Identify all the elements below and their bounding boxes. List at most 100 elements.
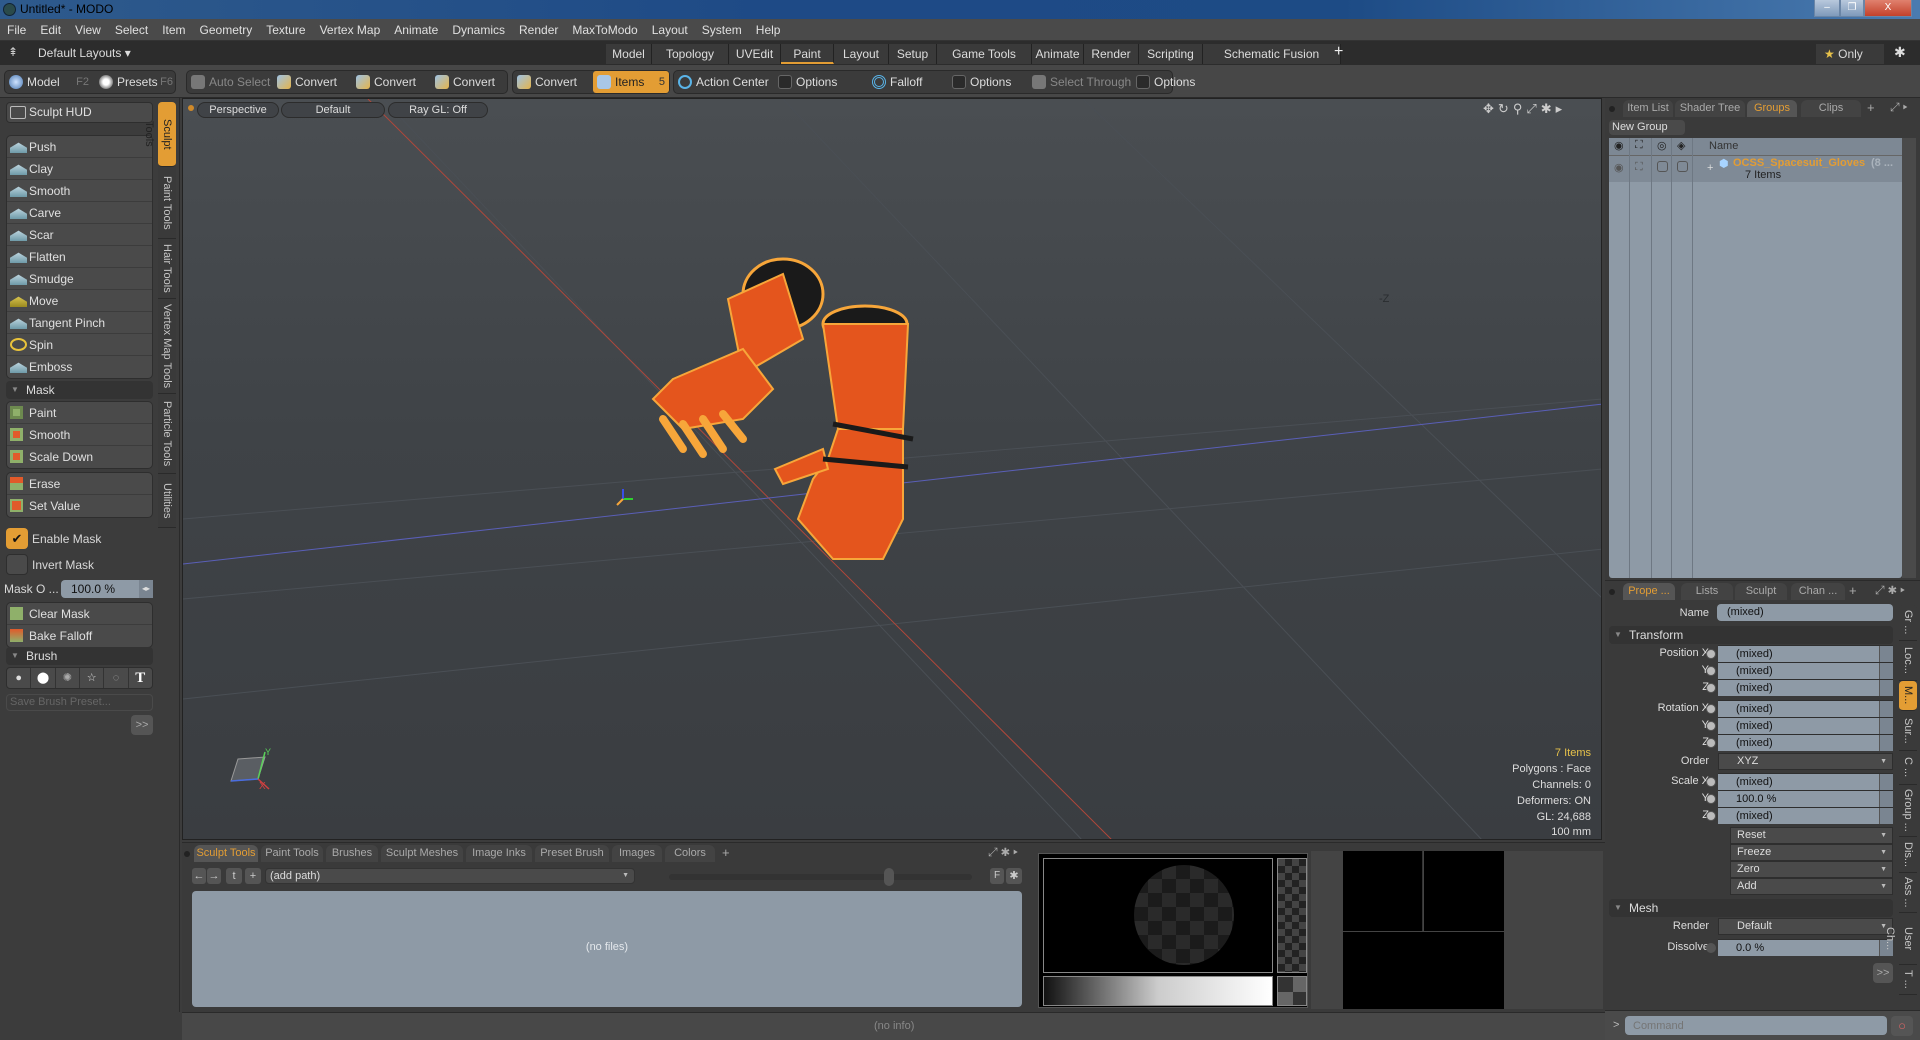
slider-arrows-icon[interactable] <box>1879 774 1893 790</box>
items-mode-button[interactable]: Items 5 <box>593 71 669 93</box>
menu-vertex-map[interactable]: Vertex Map <box>313 19 388 41</box>
add-dropdown[interactable]: Add <box>1730 878 1893 895</box>
tool-move[interactable]: Move <box>7 290 152 312</box>
visibility-column-icon[interactable]: ◉ <box>1614 139 1624 152</box>
layout-tab-animate[interactable]: Animate <box>1032 44 1084 64</box>
vtab-particle-tools[interactable]: Particle Tools <box>158 394 176 474</box>
mask-tool-paint[interactable]: Paint <box>7 402 152 424</box>
menu-texture[interactable]: Texture <box>259 19 312 41</box>
expand-icon[interactable]: ⤢ ▸ <box>1890 100 1908 115</box>
add-tab-button[interactable]: + <box>1849 583 1857 598</box>
tab-images[interactable]: Images <box>612 845 662 862</box>
slider-handle[interactable] <box>884 868 894 886</box>
viewport-menu-dot[interactable] <box>188 105 194 111</box>
expand-group-icon[interactable]: + <box>1707 162 1713 174</box>
menu-layout[interactable]: Layout <box>645 19 695 41</box>
record-macro-icon[interactable]: ○ <box>1891 1016 1913 1036</box>
scale-x-field[interactable]: (mixed) <box>1706 773 1893 790</box>
mask-opacity-field[interactable]: 100.0 % ◂▸ <box>61 580 153 598</box>
lock-toggle[interactable] <box>1657 161 1668 172</box>
3d-viewport[interactable]: Y X -Z Perspective Default Ray GL: Off ✥… <box>182 98 1602 840</box>
keyframe-dot[interactable] <box>1706 649 1716 659</box>
tab-groups[interactable]: Groups <box>1747 100 1797 117</box>
text-brush-icon[interactable]: T <box>129 668 152 688</box>
file-browser-area[interactable]: (no files) <box>192 891 1022 1007</box>
browser-gear-icon[interactable]: ✱ <box>1006 868 1022 884</box>
new-group-button[interactable]: New Group <box>1609 120 1685 135</box>
tab-sculpt-meshes[interactable]: Sculpt Meshes <box>381 845 463 862</box>
vtab-sculpt-tools[interactable]: Sculpt Tools <box>143 102 176 167</box>
slider-arrows-icon[interactable] <box>1879 718 1893 734</box>
vtab-hair-tools[interactable]: Hair Tools <box>158 239 176 299</box>
reset-dropdown[interactable]: Reset <box>1730 827 1893 844</box>
view-type-button[interactable]: Perspective <box>197 102 279 118</box>
mask-section-header[interactable]: Mask <box>6 381 153 399</box>
hard-brush-icon[interactable]: ⬤ <box>31 668 56 688</box>
zero-dropdown[interactable]: Zero <box>1730 861 1893 878</box>
select-through-options-button[interactable]: Options <box>1132 71 1195 93</box>
tool-clay[interactable]: Clay <box>7 158 152 180</box>
maximize-icon[interactable]: ⤢ <box>1526 101 1540 116</box>
tab-sculpt[interactable]: Sculpt <box>1735 583 1787 600</box>
side-tab-locator[interactable]: Loc... <box>1899 641 1917 681</box>
side-tab-display[interactable]: Dis... <box>1899 837 1917 873</box>
collapse-arrow-icon[interactable]: ⇞ <box>8 45 18 59</box>
visibility-toggle-icon[interactable]: ◉ <box>1614 161 1624 174</box>
save-brush-preset-field[interactable]: Save Brush Preset... <box>6 694 153 711</box>
viewport-arrow-icon[interactable]: ▸ <box>1556 101 1567 116</box>
tab-properties[interactable]: Prope ... <box>1623 583 1675 600</box>
procedural-brush-icon[interactable]: ◌ <box>104 668 129 688</box>
slider-arrows-icon[interactable] <box>1879 735 1893 751</box>
auto-select-button[interactable]: Auto Select <box>187 71 272 93</box>
mask-tool-erase[interactable]: Erase <box>7 473 152 495</box>
model-mode-button[interactable]: Model F2 <box>5 71 93 93</box>
bake-falloff-button[interactable]: Bake Falloff <box>7 625 152 647</box>
command-input[interactable] <box>1625 1016 1887 1035</box>
expand-gear-icon[interactable]: ⤢ ✱ ▸ <box>988 845 1018 860</box>
splatter-brush-icon[interactable]: ✺ <box>56 668 80 688</box>
convert-materials-button[interactable]: Convert <box>513 71 591 93</box>
add-tab-button[interactable]: + <box>722 845 730 860</box>
brush-section-header[interactable]: Brush <box>6 647 153 665</box>
tab-clips[interactable]: Clips <box>1801 100 1861 117</box>
tab-paint-tools[interactable]: Paint Tools <box>261 845 323 862</box>
color-swatch-1[interactable] <box>1343 851 1423 931</box>
menu-system[interactable]: System <box>695 19 749 41</box>
vtab-vertex-map-tools[interactable]: Vertex Map Tools <box>158 299 176 394</box>
select-through-button[interactable]: Select Through <box>1028 71 1132 93</box>
render-toggle-icon[interactable]: ⛶ <box>1635 161 1643 174</box>
tool-tangent-pinch[interactable]: Tangent Pinch <box>7 312 152 334</box>
falloff-options-button[interactable]: Options <box>948 71 1028 93</box>
more-button[interactable]: >> <box>131 715 153 735</box>
keyframe-dot[interactable] <box>1706 738 1716 748</box>
tool-scar[interactable]: Scar <box>7 224 152 246</box>
expand-gear-icon[interactable]: ⤢ ✱ ▸ <box>1875 583 1905 598</box>
keyframe-dot[interactable] <box>1706 721 1716 731</box>
side-tab-t[interactable]: T ... <box>1899 965 1917 995</box>
side-tab-mesh[interactable]: M... <box>1899 681 1917 711</box>
more-button[interactable]: >> <box>1873 963 1893 983</box>
menu-help[interactable]: Help <box>749 19 788 41</box>
tab-brushes[interactable]: Brushes <box>326 845 378 862</box>
menu-animate[interactable]: Animate <box>387 19 445 41</box>
slider-arrows-icon[interactable] <box>1879 646 1893 662</box>
convert-polygons-button[interactable]: Convert <box>431 71 509 93</box>
menu-dynamics[interactable]: Dynamics <box>445 19 512 41</box>
path-dropdown[interactable]: (add path) ▼ <box>265 868 635 884</box>
tab-shader-tree[interactable]: Shader Tree <box>1675 100 1745 117</box>
keyframe-dot[interactable] <box>1706 943 1716 953</box>
transform-section-header[interactable]: Transform <box>1609 626 1893 644</box>
convert-edges-button[interactable]: Convert <box>352 71 430 93</box>
tool-smooth[interactable]: Smooth <box>7 180 152 202</box>
pan-icon[interactable]: ✥ <box>1483 101 1498 116</box>
position-z-field[interactable]: (mixed) <box>1706 679 1893 696</box>
invert-mask-checkbox[interactable] <box>6 554 28 575</box>
rotation-x-field[interactable]: (mixed) <box>1706 700 1893 717</box>
layout-tab-scripting[interactable]: Scripting <box>1139 44 1203 64</box>
slider-arrows-icon[interactable] <box>1879 680 1893 696</box>
soft-brush-icon[interactable]: ● <box>7 668 32 688</box>
tool-emboss[interactable]: Emboss <box>7 356 152 378</box>
back-button[interactable]: ← <box>192 868 206 884</box>
layout-tab-model[interactable]: Model <box>606 44 652 64</box>
presets-button[interactable]: Presets F6 <box>95 71 177 93</box>
